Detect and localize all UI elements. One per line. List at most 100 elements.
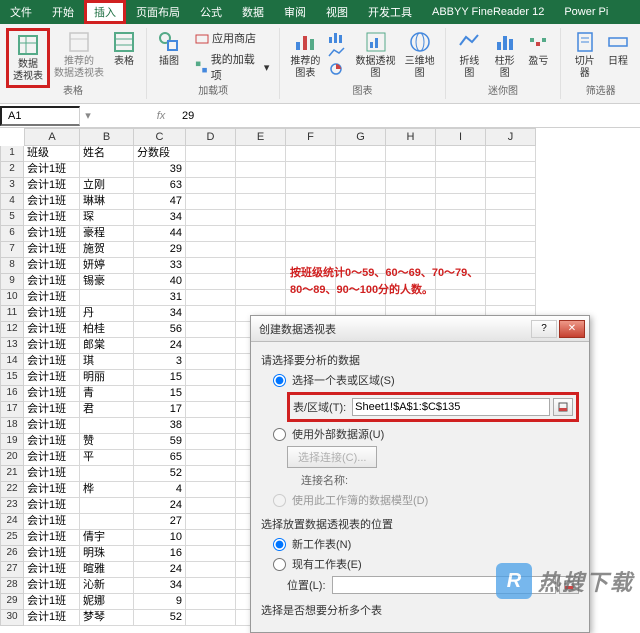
cell[interactable]: 会计1班 (24, 386, 80, 402)
cell[interactable] (336, 226, 386, 242)
line-chart-icon[interactable] (328, 46, 346, 60)
cell[interactable] (80, 290, 134, 306)
cell[interactable]: 会计1班 (24, 258, 80, 274)
cell[interactable]: 琛 (80, 210, 134, 226)
row-header[interactable]: 3 (0, 178, 24, 194)
tab-data[interactable]: 数据 (232, 0, 274, 24)
cell[interactable]: 52 (134, 466, 186, 482)
cell[interactable] (186, 402, 236, 418)
name-box[interactable] (0, 106, 80, 126)
row-header[interactable]: 22 (0, 482, 24, 498)
tab-home[interactable]: 开始 (42, 0, 84, 24)
cell[interactable] (486, 210, 536, 226)
cell[interactable] (80, 514, 134, 530)
cell[interactable]: 52 (134, 610, 186, 626)
cell[interactable] (186, 498, 236, 514)
col-header[interactable]: F (286, 128, 336, 146)
cell[interactable]: 27 (134, 514, 186, 530)
cell[interactable] (186, 258, 236, 274)
cell[interactable] (236, 274, 286, 290)
cell[interactable]: 会计1班 (24, 242, 80, 258)
cell[interactable] (336, 210, 386, 226)
fx-icon[interactable]: fx (146, 110, 176, 122)
col-header[interactable]: A (24, 128, 80, 146)
cell[interactable]: 24 (134, 498, 186, 514)
cell[interactable]: 会计1班 (24, 498, 80, 514)
cell[interactable]: 会计1班 (24, 354, 80, 370)
cell[interactable] (386, 178, 436, 194)
radio-data-model[interactable]: 使用此工作簿的数据模型(D) (273, 492, 579, 508)
cell[interactable] (80, 498, 134, 514)
cell[interactable]: 会计1班 (24, 306, 80, 322)
col-header[interactable]: H (386, 128, 436, 146)
row-header[interactable]: 17 (0, 402, 24, 418)
cell[interactable]: 会计1班 (24, 578, 80, 594)
cell[interactable] (186, 386, 236, 402)
dialog-titlebar[interactable]: 创建数据透视表 ? ✕ (251, 316, 589, 342)
cell[interactable]: 郎棠 (80, 338, 134, 354)
cell[interactable] (436, 162, 486, 178)
sparkline-column-button[interactable]: 柱形图 (487, 28, 522, 82)
cell[interactable] (386, 210, 436, 226)
cell[interactable]: 39 (134, 162, 186, 178)
row-header[interactable]: 24 (0, 514, 24, 530)
cell[interactable]: 47 (134, 194, 186, 210)
cell[interactable]: 63 (134, 178, 186, 194)
cell[interactable] (386, 194, 436, 210)
radio-input[interactable] (273, 558, 286, 571)
slicer-button[interactable]: 切片器 (567, 28, 602, 82)
store-button[interactable]: 应用商店 (191, 28, 273, 48)
cell[interactable]: 会计1班 (24, 514, 80, 530)
cell[interactable]: 锡豪 (80, 274, 134, 290)
cell[interactable] (236, 290, 286, 306)
cell[interactable]: 沁新 (80, 578, 134, 594)
row-header[interactable]: 26 (0, 546, 24, 562)
row-header[interactable]: 4 (0, 194, 24, 210)
row-header[interactable]: 11 (0, 306, 24, 322)
cell[interactable] (286, 194, 336, 210)
cell[interactable] (80, 418, 134, 434)
cell[interactable]: 4 (134, 482, 186, 498)
cell[interactable] (186, 466, 236, 482)
cell[interactable]: 明丽 (80, 370, 134, 386)
row-header[interactable]: 21 (0, 466, 24, 482)
cell[interactable]: 会计1班 (24, 402, 80, 418)
cell[interactable] (186, 162, 236, 178)
cell[interactable] (486, 242, 536, 258)
radio-select-range[interactable]: 选择一个表或区域(S) (273, 372, 579, 388)
cell[interactable]: 妮娜 (80, 594, 134, 610)
cell[interactable]: 会计1班 (24, 610, 80, 626)
cell[interactable]: 分数段 (134, 146, 186, 162)
cell[interactable]: 平 (80, 450, 134, 466)
cell[interactable]: 29 (134, 242, 186, 258)
row-header[interactable]: 14 (0, 354, 24, 370)
cell[interactable]: 24 (134, 562, 186, 578)
tab-layout[interactable]: 页面布局 (126, 0, 190, 24)
cell[interactable]: 34 (134, 306, 186, 322)
col-header[interactable]: G (336, 128, 386, 146)
cell[interactable] (286, 210, 336, 226)
cell[interactable]: 琳琳 (80, 194, 134, 210)
radio-input[interactable] (273, 374, 286, 387)
cell[interactable] (436, 194, 486, 210)
cell[interactable]: 15 (134, 386, 186, 402)
tab-formula[interactable]: 公式 (190, 0, 232, 24)
cell[interactable]: 会计1班 (24, 418, 80, 434)
row-header[interactable]: 15 (0, 370, 24, 386)
cell[interactable]: 会计1班 (24, 434, 80, 450)
cell[interactable] (186, 226, 236, 242)
cell[interactable] (486, 274, 536, 290)
cell[interactable] (486, 258, 536, 274)
cell[interactable] (186, 530, 236, 546)
tab-abbyy[interactable]: ABBYY FineReader 12 (422, 2, 554, 22)
cell[interactable]: 暄雅 (80, 562, 134, 578)
cell[interactable] (386, 242, 436, 258)
pivot-table-button[interactable]: 数据 透视表 (6, 28, 50, 88)
cell[interactable] (80, 162, 134, 178)
cell[interactable]: 会计1班 (24, 274, 80, 290)
cell[interactable] (186, 338, 236, 354)
cell[interactable]: 会计1班 (24, 530, 80, 546)
cell[interactable] (186, 178, 236, 194)
cell[interactable] (186, 578, 236, 594)
row-header[interactable]: 1 (0, 146, 24, 162)
